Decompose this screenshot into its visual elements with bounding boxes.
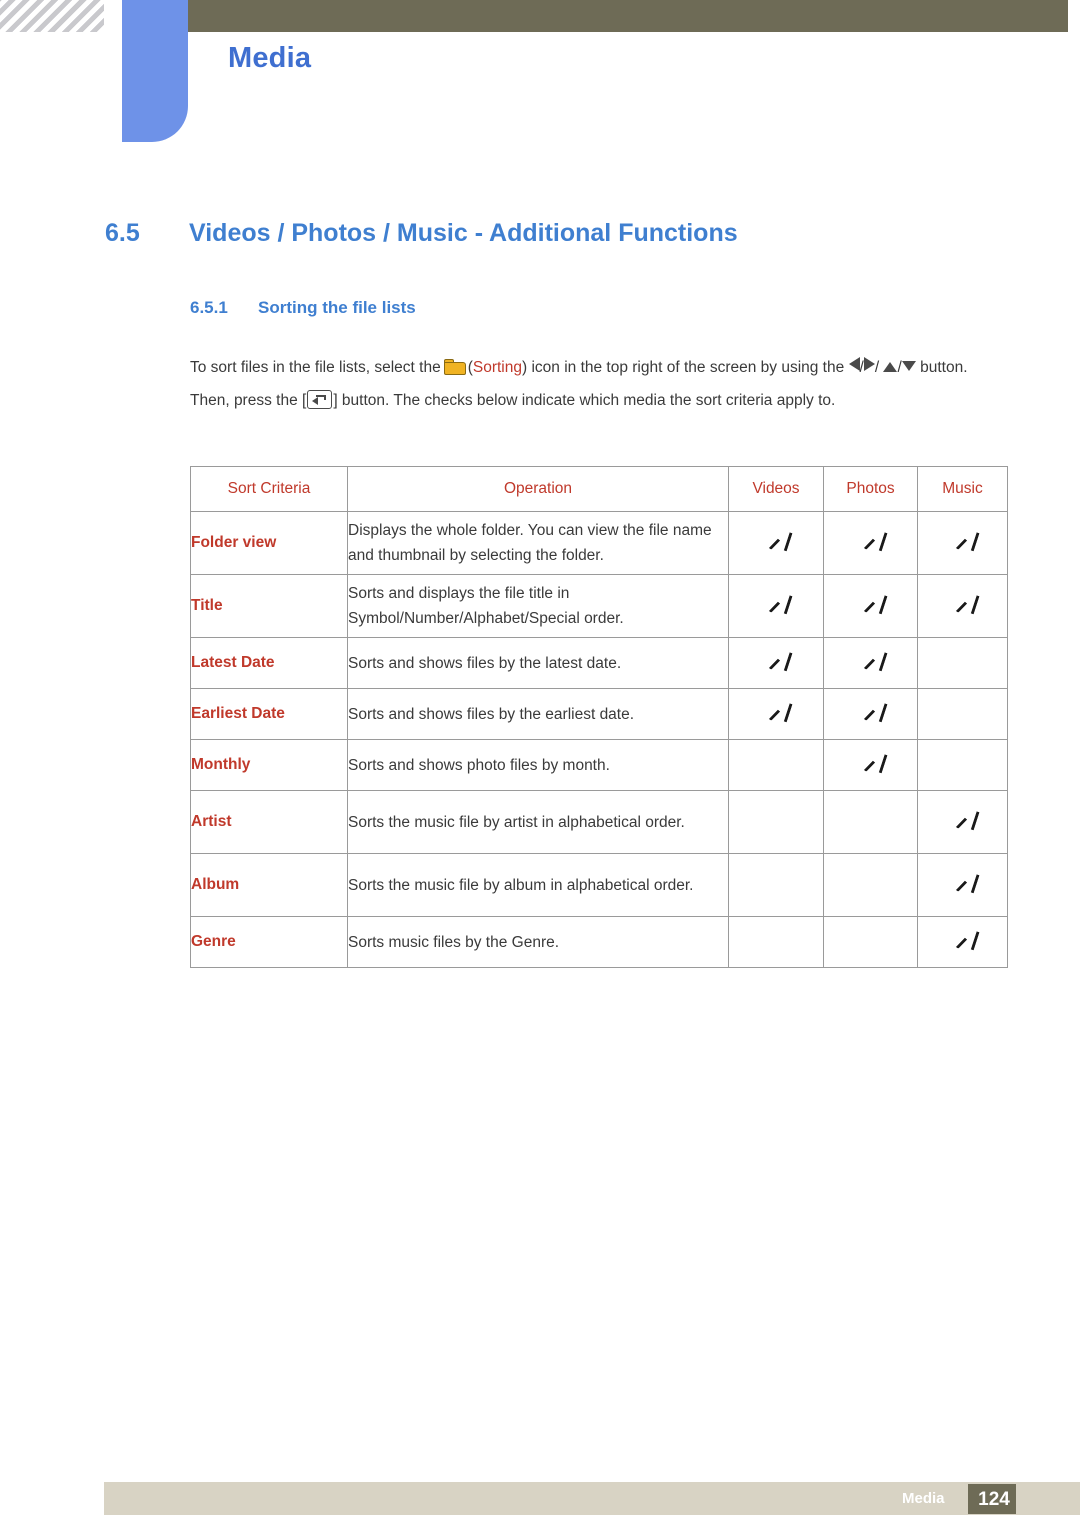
row-music-check [917, 637, 1008, 689]
row-photos-check [823, 574, 918, 638]
row-music-check [917, 739, 1008, 791]
table-row: Latest Date Sorts and shows files by the… [190, 637, 1008, 689]
row-videos-check [728, 916, 824, 968]
column-header-sort-criteria: Sort Criteria [190, 466, 348, 512]
sorting-folder-icon [443, 359, 466, 375]
section-number: 6.5 [105, 219, 140, 247]
row-operation: Sorts and shows files by the earliest da… [347, 688, 729, 740]
column-header-operation: Operation [347, 466, 729, 512]
row-music-check [917, 688, 1008, 740]
sort-criteria-table: Sort Criteria Operation Videos Photos Mu… [190, 466, 1008, 968]
row-photos-check [823, 916, 918, 968]
footer-chapter-label: Media [902, 1490, 945, 1507]
table-row: Artist Sorts the music file by artist in… [190, 790, 1008, 854]
up-arrow-icon [883, 362, 898, 372]
row-criteria: Latest Date [190, 637, 348, 689]
paragraph-part-4: ] button. The checks below indicate whic… [333, 391, 836, 409]
row-music-check [917, 574, 1008, 638]
column-header-videos: Videos [728, 466, 824, 512]
check-icon [950, 873, 976, 893]
row-photos-check [823, 511, 918, 575]
paragraph-part-2: ) icon in the top right of the screen by… [521, 359, 845, 376]
row-videos-check [728, 574, 824, 638]
header-hatch-pattern [0, 0, 104, 32]
row-criteria: Artist [190, 790, 348, 854]
row-criteria: Title [190, 574, 348, 638]
enter-button-icon [307, 389, 333, 409]
subsection-title: Sorting the file lists [258, 298, 416, 317]
header-blue-tab-notch [104, 0, 122, 142]
subsection-number: 6.5.1 [190, 298, 228, 317]
row-operation: Sorts and shows files by the latest date… [347, 637, 729, 689]
column-header-music: Music [917, 466, 1008, 512]
sort-criteria-table-wrapper: Sort Criteria Operation Videos Photos Mu… [190, 466, 1008, 968]
row-videos-check [728, 853, 824, 917]
row-operation: Sorts the music file by artist in alphab… [347, 790, 729, 854]
sorting-label: Sorting [472, 359, 522, 376]
row-music-check [917, 511, 1008, 575]
row-criteria: Folder view [190, 511, 348, 575]
check-icon [858, 594, 884, 614]
check-icon [763, 531, 789, 551]
check-icon [763, 651, 789, 671]
left-arrow-icon [848, 357, 860, 371]
row-criteria: Monthly [190, 739, 348, 791]
check-icon [858, 531, 884, 551]
row-operation: Sorts and shows photo files by month. [347, 739, 729, 791]
section-title: Videos / Photos / Music - Additional Fun… [189, 219, 738, 247]
row-music-check [917, 790, 1008, 854]
header-title: Media [228, 42, 312, 74]
table-header-row: Sort Criteria Operation Videos Photos Mu… [190, 466, 1008, 512]
row-criteria: Album [190, 853, 348, 917]
check-icon [858, 651, 884, 671]
row-music-check [917, 916, 1008, 968]
footer-page-number: 124 [978, 1489, 1010, 1510]
header-right-margin [1068, 0, 1080, 32]
row-photos-check [823, 688, 918, 740]
check-icon [858, 702, 884, 722]
row-videos-check [728, 739, 824, 791]
table-row: Genre Sorts music files by the Genre. [190, 916, 1008, 968]
table-row: Earliest Date Sorts and shows files by t… [190, 688, 1008, 740]
row-operation: Displays the whole folder. You can view … [347, 511, 729, 575]
row-photos-check [823, 637, 918, 689]
check-icon [950, 810, 976, 830]
row-videos-check [728, 790, 824, 854]
table-row: Album Sorts the music file by album in a… [190, 853, 1008, 917]
check-icon [763, 702, 789, 722]
row-videos-check [728, 637, 824, 689]
check-icon [950, 930, 976, 950]
column-header-photos: Photos [823, 466, 918, 512]
row-criteria: Earliest Date [190, 688, 348, 740]
row-photos-check [823, 853, 918, 917]
paragraph-slash-2: / [874, 359, 880, 376]
check-icon [950, 531, 976, 551]
intro-paragraph: To sort files in the file lists, select … [190, 352, 1010, 417]
down-arrow-icon [901, 361, 916, 371]
table-row: Folder view Displays the whole folder. Y… [190, 511, 1008, 575]
check-icon [763, 594, 789, 614]
row-operation: Sorts music files by the Genre. [347, 916, 729, 968]
right-arrow-icon [863, 357, 875, 371]
row-music-check [917, 853, 1008, 917]
table-row: Title Sorts and displays the file title … [190, 574, 1008, 638]
row-criteria: Genre [190, 916, 348, 968]
check-icon [858, 753, 884, 773]
row-videos-check [728, 511, 824, 575]
table-row: Monthly Sorts and shows photo files by m… [190, 739, 1008, 791]
row-operation: Sorts and displays the file title in Sym… [347, 574, 729, 638]
row-videos-check [728, 688, 824, 740]
row-operation: Sorts the music file by album in alphabe… [347, 853, 729, 917]
paragraph-part-1: To sort files in the file lists, select … [190, 359, 441, 376]
check-icon [950, 594, 976, 614]
row-photos-check [823, 739, 918, 791]
row-photos-check [823, 790, 918, 854]
